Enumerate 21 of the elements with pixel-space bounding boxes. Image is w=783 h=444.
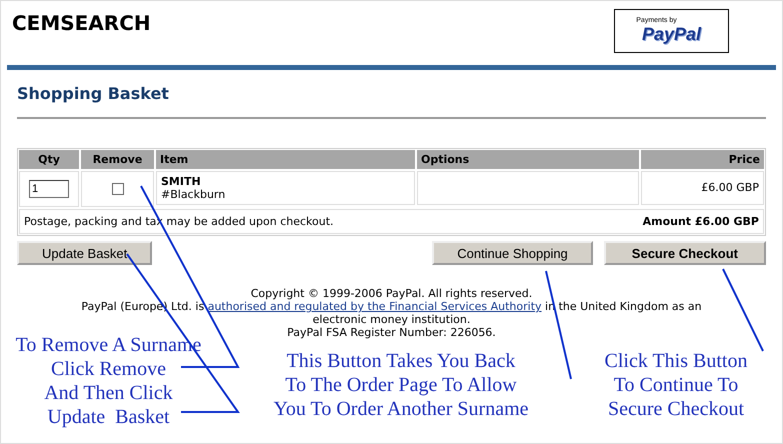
column-header: Qty	[19, 150, 79, 169]
price-cell: £6.00 GBP	[641, 171, 764, 205]
column-header: Item	[156, 150, 415, 169]
action-button[interactable]: Secure Checkout	[604, 241, 766, 265]
action-button[interactable]: Continue Shopping	[432, 241, 593, 265]
total-amount: Amount £6.00 GBP	[642, 215, 759, 228]
column-header: Price	[641, 150, 764, 169]
register-number: PayPal FSA Register Number: 226056.	[286, 326, 497, 339]
page-heading: Shopping Basket	[17, 84, 170, 103]
remove-checkbox[interactable]	[112, 183, 124, 195]
action-button[interactable]: Update Basket	[17, 241, 152, 265]
quantity-field[interactable]: 1	[29, 180, 69, 198]
copyright-text: Copyright © 1999-2006 PayPal. All rights reserved.	[250, 287, 534, 300]
annotation-text: This Button Takes You Back To The Order Page To Allow You To Order Another Surname	[272, 349, 530, 422]
brand-logo: PayPal	[642, 24, 702, 45]
column-header: Options	[417, 150, 639, 169]
regulator-link[interactable]: authorised and regulated by the Financial Services Authority	[208, 300, 542, 313]
item-cell: SMITH #Blackburn	[156, 171, 415, 205]
column-header: Remove	[81, 150, 154, 169]
site-title: CEMSEARCH	[12, 11, 151, 35]
annotation-text: Click This Button To Continue To Secure Checkout	[604, 349, 748, 422]
